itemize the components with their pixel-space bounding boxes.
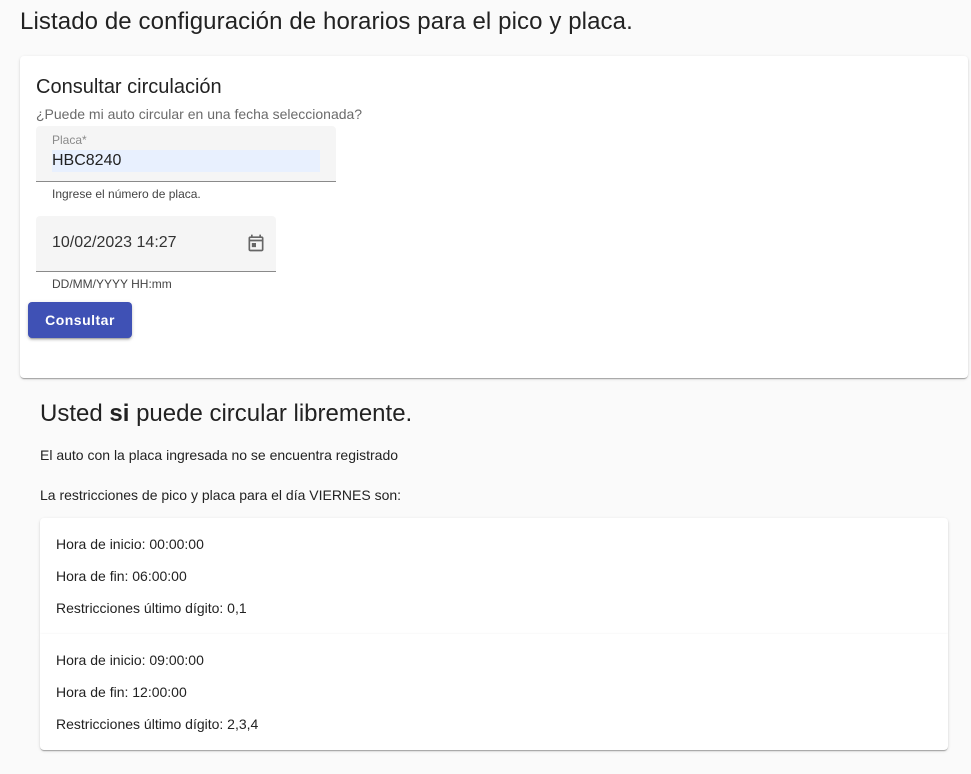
card-title: Consultar circulación <box>36 76 222 98</box>
page-title: Listado de configuración de horarios par… <box>20 8 633 35</box>
plate-field-label: Placa* <box>52 133 87 147</box>
consult-card: Consultar circulación ¿Puede mi auto cir… <box>20 56 968 378</box>
result-title-suffix: puede circular libremente. <box>136 400 413 427</box>
card-subtitle: ¿Puede mi auto circular en una fecha sel… <box>36 106 363 122</box>
date-input[interactable]: 10/02/2023 14:27 <box>52 234 177 252</box>
schedule-start: Hora de inicio: 09:00:00 <box>56 652 204 668</box>
calendar-icon[interactable] <box>246 233 266 253</box>
date-hint: DD/MM/YYYY HH:mm <box>52 277 172 291</box>
schedule-item: Hora de inicio: 09:00:00 Hora de fin: 12… <box>40 634 948 750</box>
schedule-list: Hora de inicio: 00:00:00 Hora de fin: 06… <box>40 518 948 750</box>
schedule-end: Hora de fin: 12:00:00 <box>56 684 187 700</box>
not-registered-message: El auto con la placa ingresada no se enc… <box>40 447 399 463</box>
plate-field[interactable]: Placa* <box>36 126 336 182</box>
date-field[interactable]: 10/02/2023 14:27 <box>36 216 276 272</box>
schedule-item: Hora de inicio: 00:00:00 Hora de fin: 06… <box>40 518 948 634</box>
schedule-start: Hora de inicio: 00:00:00 <box>56 536 204 552</box>
result-title: Usted si puede circular libremente. <box>40 400 412 428</box>
plate-input[interactable] <box>52 150 320 172</box>
consultar-button[interactable]: Consultar <box>28 302 132 338</box>
schedule-digits: Restricciones último dígito: 0,1 <box>56 600 247 616</box>
result-title-emphasis: si <box>109 400 130 427</box>
schedule-end: Hora de fin: 06:00:00 <box>56 568 187 584</box>
plate-hint: Ingrese el número de placa. <box>52 187 201 201</box>
result-title-prefix: Usted <box>40 400 103 427</box>
restrictions-message: La restricciones de pico y placa para el… <box>40 487 402 503</box>
schedule-digits: Restricciones último dígito: 2,3,4 <box>56 716 259 732</box>
